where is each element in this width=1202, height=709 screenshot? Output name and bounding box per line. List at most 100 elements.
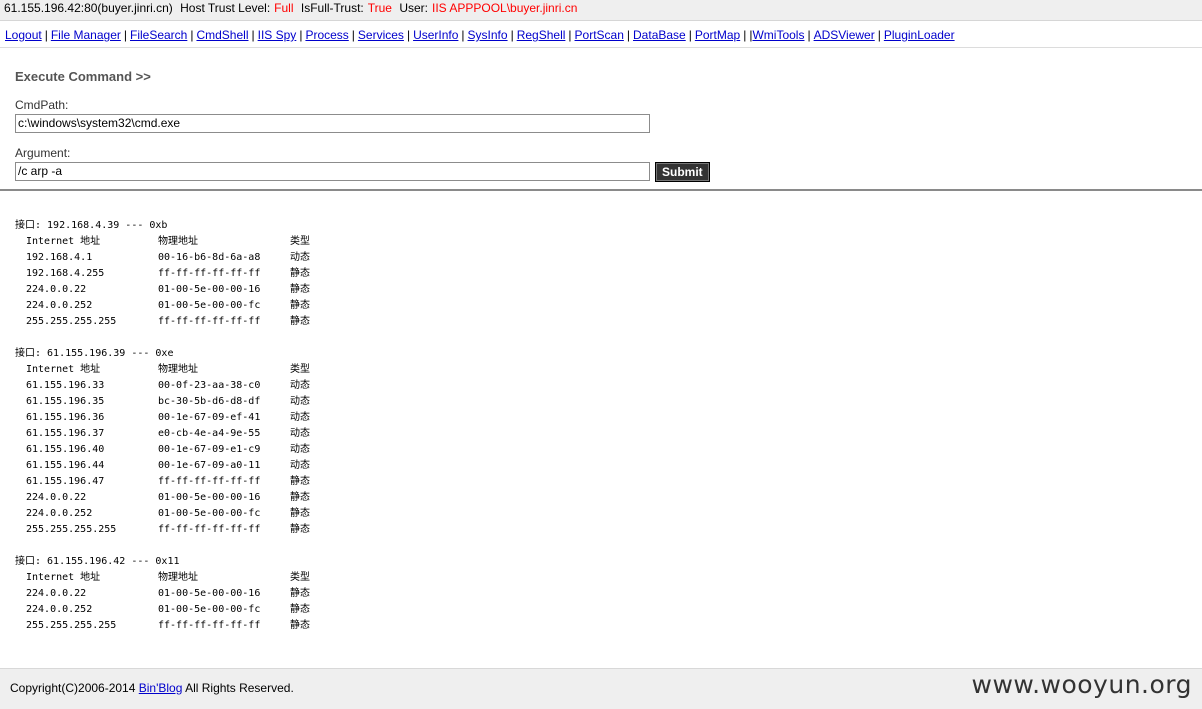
table-cell: ff-ff-ff-ff-ff-ff: [158, 476, 261, 487]
nav-separator: |: [510, 28, 514, 42]
nav-link-file-manager[interactable]: File Manager: [51, 28, 121, 42]
blog-link[interactable]: Bin'Blog: [139, 681, 183, 695]
nav-link-portscan[interactable]: PortScan: [575, 28, 624, 42]
table-cell: 静态: [290, 268, 310, 279]
column-header: Internet 地址: [26, 364, 101, 375]
column-header: Internet 地址: [26, 572, 101, 583]
table-cell: 动态: [290, 412, 310, 423]
nav-link-adsviewer[interactable]: ADSViewer: [814, 28, 875, 42]
nav-link-wmitools[interactable]: WmiTools: [752, 28, 804, 42]
user-value: IIS APPPOOL\buyer.jinri.cn: [432, 1, 578, 15]
nav-link-portmap[interactable]: PortMap: [695, 28, 740, 42]
user-label: User:: [399, 1, 428, 15]
column-header-row: Internet 地址 物理地址 类型: [15, 362, 1202, 378]
table-cell: 192.168.4.255: [26, 268, 105, 279]
interface-block: 接口: 61.155.196.39 --- 0xe Internet 地址 物理地址…: [15, 346, 1202, 538]
nav-separator: |: [406, 28, 411, 42]
nav-link-iis-spy[interactable]: IIS Spy: [258, 28, 297, 42]
trust-level-label: Host Trust Level:: [180, 1, 271, 15]
column-header-row: Internet 地址 物理地址 类型: [15, 570, 1202, 586]
table-cell: 00-1e-67-09-a0-11: [158, 460, 261, 471]
section-title: Execute Command >>: [15, 69, 151, 84]
table-cell: 61.155.196.35: [26, 396, 105, 407]
table-cell: 静态: [290, 476, 310, 487]
table-cell: 224.0.0.22: [26, 284, 87, 295]
table-cell: 动态: [290, 380, 310, 391]
column-header: 物理地址: [158, 364, 198, 375]
copyright-prefix: Copyright(C)2006-2014: [10, 681, 136, 695]
nav-link-database[interactable]: DataBase: [633, 28, 686, 42]
nav-link-sysinfo[interactable]: SysInfo: [468, 28, 508, 42]
table-cell: 61.155.196.44: [26, 460, 105, 471]
table-cell: 255.255.255.255: [26, 524, 117, 535]
table-cell: 01-00-5e-00-00-16: [158, 492, 261, 503]
nav-separator: |: [461, 28, 465, 42]
argument-label: Argument:: [15, 146, 71, 160]
cmdpath-input[interactable]: [15, 114, 650, 133]
table-row: 224.0.0.22 01-00-5e-00-00-16 静态: [15, 282, 1202, 298]
table-cell: e0-cb-4e-a4-9e-55: [158, 428, 261, 439]
status-bar: 61.155.196.42:80(buyer.jinri.cn) Host Tr…: [0, 0, 1202, 21]
table-cell: 224.0.0.252: [26, 604, 93, 615]
interface-header: 接口: 192.168.4.39 --- 0xb: [15, 220, 168, 231]
table-cell: 224.0.0.22: [26, 588, 87, 599]
table-cell: 255.255.255.255: [26, 620, 117, 631]
nav-separator: |: [251, 28, 255, 42]
copyright-suffix: All Rights Reserved.: [185, 681, 294, 695]
nav-link-services[interactable]: Services: [358, 28, 404, 42]
table-cell: 静态: [290, 300, 310, 311]
nav-link-regshell[interactable]: RegShell: [517, 28, 566, 42]
table-cell: 01-00-5e-00-00-fc: [158, 508, 261, 519]
nav-link-logout[interactable]: Logout: [5, 28, 42, 42]
table-row: 255.255.255.255 ff-ff-ff-ff-ff-ff 静态: [15, 618, 1202, 634]
column-header: 物理地址: [158, 572, 198, 583]
table-cell: 192.168.4.1: [26, 252, 93, 263]
table-cell: 动态: [290, 252, 310, 263]
host-info: 61.155.196.42:80(buyer.jinri.cn): [4, 1, 173, 15]
table-row: 61.155.196.40 00-1e-67-09-e1-c9 动态: [15, 442, 1202, 458]
column-header-row: Internet 地址 物理地址 类型: [15, 234, 1202, 250]
table-cell: 静态: [290, 604, 310, 615]
nav-link-process[interactable]: Process: [305, 28, 348, 42]
table-cell: 动态: [290, 444, 310, 455]
nav-link-userinfo[interactable]: UserInfo: [413, 28, 458, 42]
trust-level-value: Full: [274, 1, 294, 15]
table-cell: 224.0.0.252: [26, 508, 93, 519]
column-header: 类型: [290, 572, 310, 583]
table-cell: ff-ff-ff-ff-ff-ff: [158, 620, 261, 631]
table-cell: ff-ff-ff-ff-ff-ff: [158, 316, 261, 327]
full-trust-label: IsFull-Trust:: [300, 1, 364, 15]
column-header: 类型: [290, 236, 310, 247]
argument-input[interactable]: [15, 162, 650, 181]
command-output: 接口: 192.168.4.39 --- 0xb Internet 地址 物理地址类…: [0, 218, 1202, 634]
submit-button[interactable]: Submit: [655, 161, 710, 182]
table-row: 61.155.196.47 ff-ff-ff-ff-ff-ff 静态: [15, 474, 1202, 490]
table-row: 224.0.0.252 01-00-5e-00-00-fc 静态: [15, 602, 1202, 618]
table-cell: 224.0.0.252: [26, 300, 93, 311]
nav-link-filesearch[interactable]: FileSearch: [130, 28, 187, 42]
table-cell: 动态: [290, 396, 310, 407]
table-row: 224.0.0.22 01-00-5e-00-00-16 静态: [15, 586, 1202, 602]
table-row: 192.168.4.255 ff-ff-ff-ff-ff-ff 静态: [15, 266, 1202, 282]
table-cell: 动态: [290, 428, 310, 439]
column-header: Internet 地址: [26, 236, 101, 247]
table-row: 224.0.0.252 01-00-5e-00-00-fc 静态: [15, 298, 1202, 314]
table-cell: 01-00-5e-00-00-fc: [158, 300, 261, 311]
table-cell: 01-00-5e-00-00-fc: [158, 604, 261, 615]
nav-separator: |: [877, 28, 881, 42]
table-row: 192.168.4.1 00-16-b6-8d-6a-a8 动态: [15, 250, 1202, 266]
nav-link-cmdshell[interactable]: CmdShell: [196, 28, 248, 42]
column-header: 类型: [290, 364, 310, 375]
interface-block: 接口: 61.155.196.42 --- 0x11 Internet 地址 物理地…: [15, 554, 1202, 634]
table-cell: 255.255.255.255: [26, 316, 117, 327]
table-cell: 61.155.196.36: [26, 412, 105, 423]
table-cell: 静态: [290, 508, 310, 519]
watermark: www.wooyun.org: [971, 670, 1192, 699]
footer: Copyright(C)2006-2014 Bin'Blog All Right…: [0, 668, 1202, 709]
interface-header: 接口: 61.155.196.42 --- 0x11: [15, 556, 180, 567]
nav-link-pluginloader[interactable]: PluginLoader: [884, 28, 955, 42]
main-nav: Logout | File Manager | FileSearch | CmdShell |…: [0, 21, 1202, 48]
table-row: 255.255.255.255 ff-ff-ff-ff-ff-ff 静态: [15, 314, 1202, 330]
table-row: 61.155.196.44 00-1e-67-09-a0-11 动态: [15, 458, 1202, 474]
interface-block: 接口: 192.168.4.39 --- 0xb Internet 地址 物理地址 类…: [15, 218, 1202, 330]
